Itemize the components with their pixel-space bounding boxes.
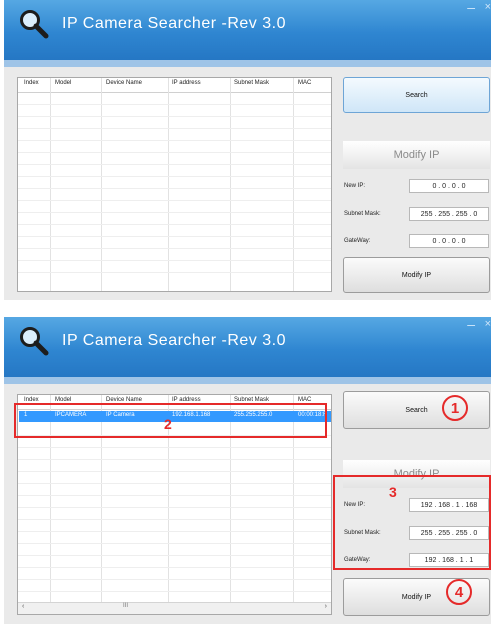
search-button[interactable]: Search: [343, 77, 490, 113]
col-index[interactable]: Index: [24, 80, 39, 86]
close-icon[interactable]: ×: [485, 318, 491, 330]
col-device-name[interactable]: Device Name: [106, 80, 142, 86]
toolbar-strip: [4, 60, 491, 67]
col-model[interactable]: Model: [55, 80, 71, 86]
magnifier-icon: [20, 327, 49, 356]
scroll-right-icon[interactable]: ›: [325, 603, 327, 610]
minimize-icon[interactable]: –: [467, 317, 475, 332]
annotation-box-ip-fields: [333, 475, 491, 570]
app-title: IP Camera Searcher -Rev 3.0: [62, 332, 286, 349]
title-bar: IP Camera Searcher -Rev 3.0 – ×: [4, 317, 491, 377]
app-title: IP Camera Searcher -Rev 3.0: [62, 15, 286, 32]
new-ip-label: New IP:: [344, 183, 366, 189]
title-bar: IP Camera Searcher -Rev 3.0 – ×: [4, 0, 491, 60]
scroll-left-icon[interactable]: ‹: [22, 603, 24, 610]
search-button[interactable]: Search: [343, 391, 490, 429]
annotation-step-1: 1: [442, 395, 468, 421]
col-mac[interactable]: MAC: [298, 80, 311, 86]
subnet-mask-field[interactable]: 255 . 255 . 255 . 0: [409, 207, 489, 221]
annotation-step-4: 4: [446, 579, 472, 605]
col-ip-address[interactable]: IP address: [172, 80, 201, 86]
minimize-icon[interactable]: –: [467, 0, 475, 15]
new-ip-field[interactable]: 0 . 0 . 0 . 0: [409, 179, 489, 193]
table-header: Index Model Device Name IP address Subne…: [18, 78, 331, 93]
gateway-label: GateWay:: [344, 238, 371, 244]
close-icon[interactable]: ×: [485, 1, 491, 13]
toolbar-strip: [4, 377, 491, 384]
horizontal-scrollbar[interactable]: ‹ III ›: [18, 602, 331, 614]
window-before: IP Camera Searcher -Rev 3.0 – × Index Mo…: [4, 0, 491, 300]
magnifier-icon: [20, 10, 49, 39]
device-table[interactable]: Index Model Device Name IP address Subne…: [17, 77, 332, 292]
gateway-field[interactable]: 0 . 0 . 0 . 0: [409, 234, 489, 248]
col-subnet-mask[interactable]: Subnet Mask: [234, 80, 269, 86]
annotation-step-3: 3: [389, 484, 397, 500]
annotation-step-2: 2: [164, 416, 172, 432]
scroll-grip-icon[interactable]: III: [123, 603, 128, 609]
window-after: IP Camera Searcher -Rev 3.0 – × Index Mo…: [4, 317, 491, 624]
modify-ip-heading: Modify IP: [343, 141, 490, 169]
subnet-mask-label: Subnet Mask:: [344, 211, 381, 217]
modify-ip-button[interactable]: Modify IP: [343, 257, 490, 293]
